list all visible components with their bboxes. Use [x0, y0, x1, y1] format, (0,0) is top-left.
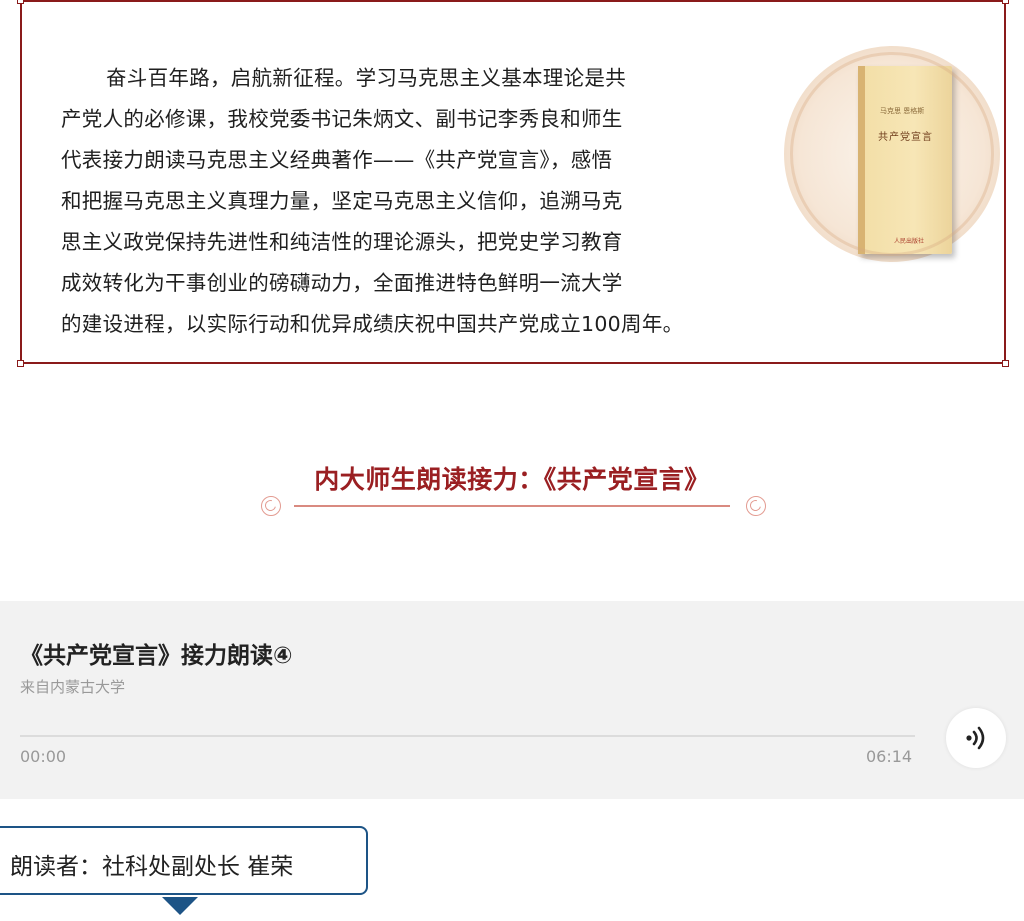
audio-player: 《共产党宣言》接力朗读④ 来自内蒙古大学 00:00 06:14 [0, 601, 1024, 799]
title-divider [294, 505, 730, 507]
frame-corner [17, 360, 24, 367]
book-cover-image: 马克思 恩格斯 共产党宣言 人民出版社 [784, 46, 1000, 262]
intro-line: 思主义政党保持先进性和纯洁性的理论源头，把党史学习教育 [61, 230, 623, 254]
ornament-icon [261, 496, 281, 516]
section-title: 内大师生朗读接力：《共产党宣言》 [314, 465, 710, 494]
intro-card: 奋斗百年路，启航新征程。学习马克思主义基本理论是共 产党人的必修课，我校党委书记… [17, 0, 1009, 367]
intro-paragraph: 奋斗百年路，启航新征程。学习马克思主义基本理论是共 产党人的必修课，我校党委书记… [61, 58, 821, 345]
intro-line: 和把握马克思主义真理力量，坚定马克思主义信仰，追溯马克 [61, 189, 623, 213]
book-title: 共产党宣言 [878, 132, 933, 143]
frame-corner [17, 0, 24, 4]
play-audio-icon [966, 726, 985, 750]
book-cover: 马克思 恩格斯 共产党宣言 人民出版社 [858, 66, 952, 254]
intro-line: 代表接力朗读马克思主义经典著作——《共产党宣言》，感悟 [61, 148, 613, 172]
play-audio-button[interactable] [946, 708, 1006, 768]
audio-progress-bar[interactable] [20, 735, 915, 737]
audio-current-time: 00:00 [20, 747, 67, 766]
intro-line: 产党人的必修课，我校党委书记朱炳文、副书记李秀良和师生 [61, 107, 623, 131]
book-author: 马克思 恩格斯 [880, 107, 925, 115]
badge-pointer [162, 897, 198, 915]
audio-title: 《共产党宣言》接力朗读④ [20, 643, 293, 669]
ornament-icon [746, 496, 766, 516]
reader-badge: 朗读者：社科处副处长 崔荣 [0, 826, 368, 895]
audio-total-time: 06:14 [866, 747, 913, 766]
intro-line: 的建设进程，以实际行动和优异成绩庆祝中国共产党成立100周年。 [61, 312, 684, 336]
intro-line: 奋斗百年路，启航新征程。学习马克思主义基本理论是共 [106, 66, 626, 90]
frame-corner [1002, 0, 1009, 4]
reader-label: 朗读者：社科处副处长 崔荣 [10, 854, 294, 880]
book-spine [858, 66, 865, 254]
book-publisher: 人民出版社 [894, 238, 925, 245]
intro-line: 成效转化为干事创业的磅礴动力，全面推进特色鲜明一流大学 [61, 271, 623, 295]
frame-corner [1002, 360, 1009, 367]
audio-source: 来自内蒙古大学 [20, 678, 126, 696]
